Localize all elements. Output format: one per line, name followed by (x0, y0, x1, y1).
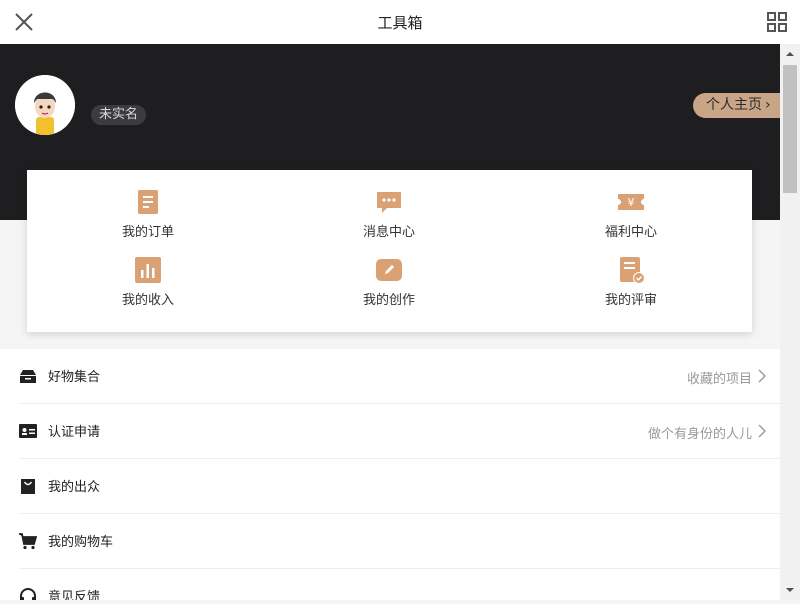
page-title: 工具箱 (377, 13, 423, 32)
username: yyossom1 (91, 84, 162, 100)
scrollbar-thumb[interactable] (783, 65, 797, 193)
chevron-right-icon (758, 369, 766, 383)
tool-my-creation[interactable]: 我的创作 (319, 256, 459, 316)
list-item-my-outstanding[interactable]: 我的出众 (0, 459, 780, 514)
list-item-hint: 做个有身份的人儿 (647, 427, 752, 442)
content-area: yyossom1 未实名 个人主页 › 我的订单 消息中心 ¥ 福利中心 我的收… (0, 44, 780, 600)
scroll-up-arrow-icon[interactable] (780, 44, 800, 64)
chevron-right-icon: › (765, 97, 771, 113)
message-icon (377, 192, 401, 213)
tool-my-orders[interactable]: 我的订单 (78, 188, 218, 248)
list-item-certification[interactable]: 认证申请 做个有身份的人儿 (0, 404, 780, 459)
list-item-label: 认证申请 (48, 425, 101, 440)
list-item-feedback[interactable]: 意见反馈 (0, 569, 780, 600)
income-chart-icon (135, 257, 161, 283)
edit-icon (376, 259, 402, 281)
tool-welfare-center[interactable]: ¥ 福利中心 (561, 188, 701, 248)
top-bar: 工具箱 (0, 0, 800, 44)
tool-message-center[interactable]: 消息中心 (319, 188, 459, 248)
list-item-hint: 收藏的项目 (686, 372, 752, 387)
list-item-label: 好物集合 (48, 370, 101, 385)
box-icon (20, 370, 36, 383)
order-icon (138, 190, 158, 214)
tool-my-income[interactable]: 我的收入 (78, 256, 218, 316)
list-item-label: 我的出众 (48, 480, 101, 495)
close-icon[interactable] (12, 10, 36, 34)
coupon-icon: ¥ (618, 194, 644, 210)
tool-my-review[interactable]: 我的评审 (561, 256, 701, 316)
id-card-icon (19, 424, 37, 438)
tool-label: 我的订单 (121, 225, 174, 240)
tool-label: 福利中心 (604, 225, 657, 240)
headset-icon (20, 588, 36, 600)
verify-status-badge: 未实名 (91, 105, 147, 125)
cart-icon (19, 533, 37, 550)
tool-label: 我的收入 (121, 293, 174, 308)
list-item-collection[interactable]: 好物集合 收藏的项目 (0, 349, 780, 404)
chevron-right-icon (758, 424, 766, 438)
list-item-label: 意见反馈 (48, 590, 101, 600)
homepage-button-label: 个人主页 (706, 97, 762, 113)
menu-list: 好物集合 收藏的项目 认证申请 做个有身份的人儿 我的出众 我的购物车 意见反馈 (0, 349, 780, 600)
review-icon (620, 257, 645, 284)
list-item-label: 我的购物车 (48, 535, 114, 550)
homepage-button[interactable]: 个人主页 › (693, 93, 780, 118)
avatar[interactable] (15, 75, 75, 135)
scroll-down-arrow-icon[interactable] (780, 580, 800, 600)
tool-label: 我的评审 (604, 293, 657, 308)
scrollbar[interactable] (780, 44, 800, 600)
tool-label: 消息中心 (362, 225, 415, 240)
tool-label: 我的创作 (362, 293, 415, 308)
list-item-cart[interactable]: 我的购物车 (0, 514, 780, 569)
grid-menu-icon[interactable] (766, 11, 788, 33)
svg-text:¥: ¥ (628, 196, 635, 209)
bag-icon (21, 479, 35, 494)
tool-card: 我的订单 消息中心 ¥ 福利中心 我的收入 我的创作 我的评审 (27, 170, 752, 332)
